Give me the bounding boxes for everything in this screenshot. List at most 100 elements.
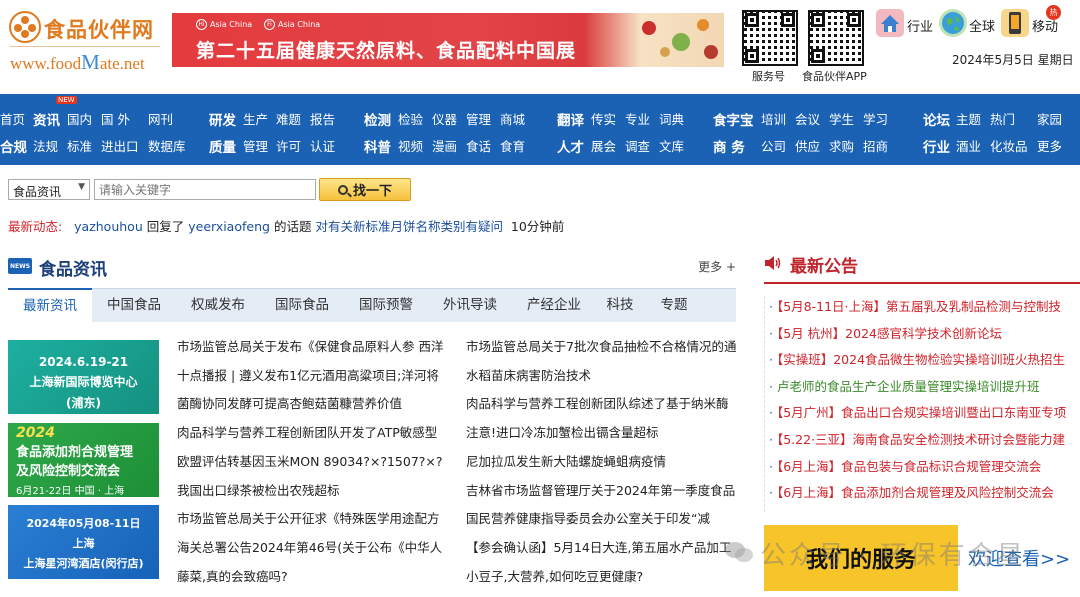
notice-item-link[interactable]: · 【5月 杭州】2024感官科学技术创新论坛 [769, 323, 1080, 342]
nav-item[interactable]: 生产 [243, 109, 268, 128]
news-tab[interactable]: 科技 [596, 289, 644, 322]
news-headline-link[interactable]: 藤菜,真的会致癌吗? [177, 566, 447, 585]
promo-additive-conference[interactable]: 2024 食品添加剂合规管理 及风险控制交流会 6月21-22日 中国 · 上海 [8, 423, 159, 497]
nav-item[interactable]: 报告 [310, 109, 335, 128]
nav-item[interactable]: 翻译 [557, 109, 584, 129]
news-headline-link[interactable]: 水稻苗床病害防治技术 [466, 365, 736, 384]
nav-item[interactable]: 文库 [659, 136, 684, 155]
our-services-button[interactable]: 我们的服务 [764, 525, 958, 591]
nav-item[interactable]: 学习 [863, 109, 888, 128]
news-tab[interactable]: 中国食品 [92, 289, 176, 322]
news-headline-link[interactable]: 十点播报 | 遵义发布1亿元酒用高粱项目;洋河将 [177, 365, 447, 384]
nav-item[interactable]: 法规 [33, 136, 58, 155]
nav-item[interactable]: 网刊 [148, 109, 173, 128]
news-headline-link[interactable]: 市场监管总局关于发布《保健食品原料人参 西洋 [177, 336, 447, 355]
nav-item[interactable]: 难题 [276, 109, 301, 128]
nav-item[interactable]: 研发 [209, 109, 236, 129]
nav-item[interactable]: 行业 [923, 136, 950, 156]
nav-item[interactable]: 管理 [243, 136, 268, 155]
nav-item[interactable]: 热门 [990, 109, 1015, 128]
news-tab[interactable]: 产经企业 [512, 289, 596, 322]
nav-item[interactable]: 人才 [557, 136, 584, 156]
news-headline-link[interactable]: 市场监管总局关于公开征求《特殊医学用途配方 [177, 508, 447, 527]
nav-item[interactable]: 认证 [310, 136, 335, 155]
nav-item[interactable]: 标准 [67, 136, 92, 155]
news-headline-link[interactable]: 小豆子,大营养,如何吃豆更健康? [466, 566, 736, 585]
nav-item[interactable]: 检验 [398, 109, 423, 128]
news-headline-link[interactable]: 海关总署公告2024年第46号(关于公布《中华人 [177, 537, 447, 556]
nav-item[interactable]: 学生 [829, 109, 854, 128]
search-button[interactable]: 找一下 [319, 178, 411, 201]
activity-user-link[interactable]: yazhouhou [74, 219, 143, 234]
nav-item[interactable]: 数据库 [148, 136, 186, 155]
news-tab[interactable]: 权威发布 [176, 289, 260, 322]
news-more-link[interactable]: 更多 + [698, 258, 736, 275]
nav-item[interactable]: 酒业 [956, 136, 981, 155]
nav-item[interactable]: 许可 [276, 136, 301, 155]
news-headline-link[interactable]: 肉品科学与营养工程创新团队综述了基于纳米酶 [466, 393, 736, 412]
nav-item[interactable]: 公司 [761, 136, 786, 155]
news-headline-link[interactable]: 尼加拉瓜发生新大陆螺旋蝇蛆病疫情 [466, 451, 736, 470]
welcome-view-link[interactable]: 欢迎查看>> [968, 545, 1070, 571]
news-headline-link[interactable]: 吉林省市场监督管理厅关于2024年第一季度食品 [466, 480, 736, 499]
nav-item[interactable]: 管理 [466, 109, 491, 128]
nav-item[interactable]: 首页 [0, 109, 25, 128]
global-link[interactable]: 全球 [969, 16, 995, 35]
nav-item[interactable]: 家园 [1037, 109, 1062, 128]
activity-target-user-link[interactable]: yeerxiaofeng [188, 219, 270, 234]
news-tab[interactable]: 国际食品 [260, 289, 344, 322]
nav-item[interactable]: 专业 [625, 109, 650, 128]
nav-item[interactable]: 食育 [500, 136, 525, 155]
nav-item[interactable]: 仪器 [432, 109, 457, 128]
expo-banner[interactable]: Hi Asia China Fi Asia China 第二十五届健康天然原料、食品… [172, 13, 724, 67]
search-category-select[interactable]: 食品资讯 ▼ [8, 179, 90, 200]
nav-item[interactable]: 会议 [795, 109, 820, 128]
news-headline-link[interactable]: 我国出口绿茶被检出农残超标 [177, 480, 447, 499]
nav-item[interactable]: 传实 [591, 109, 616, 128]
news-tab[interactable]: 国际预警 [344, 289, 428, 322]
notice-item-link[interactable]: · 【6月上海】食品添加剂合规管理及风险控制交流会 [769, 482, 1080, 501]
news-tab[interactable]: 最新资讯 [8, 288, 92, 323]
promo-expo-banner[interactable]: 2024.6.19-21 上海新国际博览中心 (浦东) [8, 340, 159, 414]
search-input[interactable] [94, 179, 316, 200]
nav-item[interactable]: 供应 [795, 136, 820, 155]
news-headline-link[interactable]: 肉品科学与营养工程创新团队开发了ATP敏感型 [177, 422, 447, 441]
nav-item[interactable]: 培训 [761, 109, 786, 128]
nav-item[interactable]: 食字宝 [713, 109, 754, 129]
global-globe-icon[interactable] [939, 9, 967, 37]
industry-link[interactable]: 行业 [907, 16, 933, 35]
nav-item[interactable]: 质量 [209, 136, 236, 156]
nav-item[interactable]: 进出口 [101, 136, 139, 155]
nav-item[interactable]: 合规 [0, 136, 27, 156]
nav-item[interactable]: 漫画 [432, 136, 457, 155]
industry-house-icon[interactable] [876, 9, 904, 37]
notice-item-link[interactable]: · 【5.22·三亚】海南食品安全检测技术研讨会暨能力建 [769, 429, 1080, 448]
news-headline-link[interactable]: 市场监管总局关于7批次食品抽检不合格情况的通 [466, 336, 736, 355]
nav-item[interactable]: 科普 [364, 136, 391, 156]
nav-item[interactable]: 调查 [625, 136, 650, 155]
notice-item-link[interactable]: · 【6月上海】食品包装与食品标识合规管理交流会 [769, 456, 1080, 475]
nav-item[interactable]: 国 外 [101, 109, 130, 128]
nav-item[interactable]: 论坛 [923, 109, 950, 129]
nav-item[interactable]: 求购 [829, 136, 854, 155]
nav-item[interactable]: 招商 [863, 136, 888, 155]
notice-item-link[interactable]: · 卢老师的食品生产企业质量管理实操培训提升班 [769, 376, 1080, 395]
nav-item[interactable]: 化妆品 [990, 136, 1028, 155]
notice-item-link[interactable]: · 【5月广州】食品出口合规实操培训暨出口东南亚专项 [769, 402, 1080, 421]
nav-item[interactable]: 食话 [466, 136, 491, 155]
nav-item[interactable]: 资讯 [33, 109, 60, 129]
nav-item[interactable]: 词典 [659, 109, 684, 128]
notice-item-link[interactable]: · 【实操班】2024食品微生物检验实操培训班火热招生 [769, 349, 1080, 368]
nav-item[interactable]: 展会 [591, 136, 616, 155]
site-logo[interactable]: 食品伙伴网 www.foodMate.net [8, 8, 160, 74]
news-headline-link[interactable]: 注意!进口冷冻加蟹检出镉含量超标 [466, 422, 736, 441]
nav-item[interactable]: 检测 [364, 109, 391, 129]
mobile-phone-icon[interactable] [1001, 9, 1029, 37]
news-headline-link[interactable]: 菌酶协同发酵可提高杏鲍菇菌糠营养价值 [177, 393, 447, 412]
promo-training-banner[interactable]: 2024年05月08-11日 上海 上海星河湾酒店(闵行店) [8, 505, 159, 579]
nav-item[interactable]: 国内 [67, 109, 92, 128]
news-headline-link[interactable]: 国民营养健康指导委员会办公室关于印发“减 [466, 508, 736, 527]
activity-topic-link[interactable]: 对有关新标准月饼名称类别有疑问 [315, 219, 503, 234]
nav-item[interactable]: 商 务 [713, 136, 745, 156]
nav-item[interactable]: 更多 [1037, 136, 1062, 155]
